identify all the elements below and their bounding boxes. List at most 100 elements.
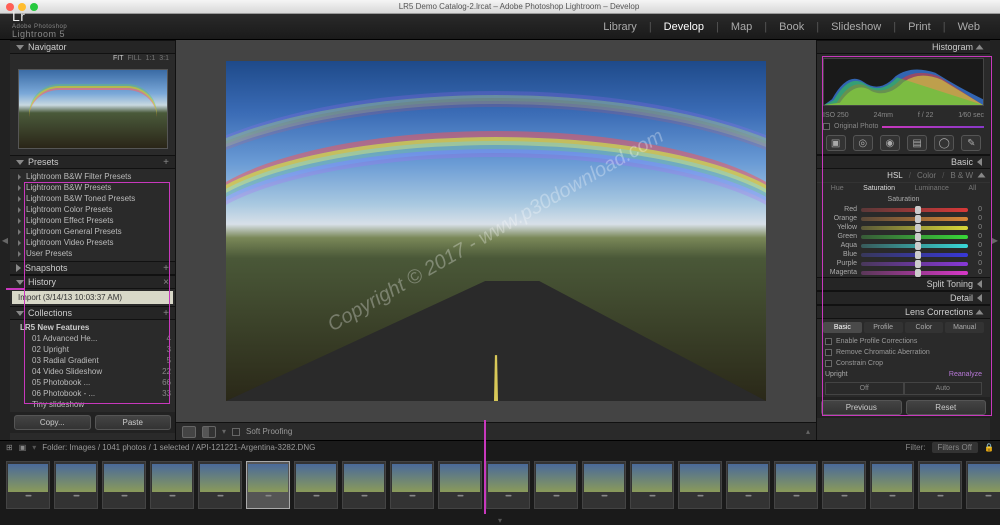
clear-history-icon[interactable]: × [163, 277, 169, 288]
filmstrip-thumb[interactable]: ••••• [150, 461, 194, 509]
radial-tool-icon[interactable]: ◯ [934, 135, 954, 151]
filmstrip-thumb[interactable]: ••••• [774, 461, 818, 509]
history-header[interactable]: History × [10, 275, 175, 289]
filmstrip-thumb[interactable]: ••••• [342, 461, 386, 509]
preset-folder[interactable]: Lightroom B&W Filter Presets [10, 171, 175, 182]
filmstrip-thumb[interactable]: ••••• [54, 461, 98, 509]
brush-tool-icon[interactable]: ✎ [961, 135, 981, 151]
filmstrip-thumb[interactable]: ••••• [726, 461, 770, 509]
filmstrip-thumb[interactable]: ••••• [870, 461, 914, 509]
collection-item[interactable]: Tiny slideshow [10, 399, 175, 410]
zoom-1:1[interactable]: 1:1 [146, 55, 156, 62]
subtab-saturation[interactable]: Saturation [863, 185, 895, 192]
snapshots-header[interactable]: Snapshots + [10, 261, 175, 275]
before-after-icon[interactable] [202, 426, 216, 438]
saturation-magenta-slider[interactable]: Magenta0 [817, 268, 990, 277]
saturation-red-slider[interactable]: Red0 [817, 205, 990, 214]
collection-item[interactable]: 02 Upright3 [10, 344, 175, 355]
filmstrip-thumb[interactable]: ••••• [438, 461, 482, 509]
module-web[interactable]: Web [950, 17, 988, 37]
filmstrip-thumb[interactable]: ••••• [246, 461, 290, 509]
lens-corrections-header[interactable]: Lens Corrections [817, 305, 990, 319]
reanalyze-button[interactable]: Reanalyze [949, 371, 982, 378]
crop-tool-icon[interactable]: ▣ [826, 135, 846, 151]
lens-tab-basic[interactable]: Basic [823, 322, 862, 333]
filmstrip-thumb[interactable]: ••••• [390, 461, 434, 509]
collection-item[interactable]: 01 Advanced He...4 [10, 333, 175, 344]
preset-folder[interactable]: Lightroom B&W Presets [10, 182, 175, 193]
module-map[interactable]: Map [723, 17, 760, 37]
filters-off-button[interactable]: Filters Off [932, 442, 979, 453]
upright-auto-button[interactable]: Auto [904, 382, 983, 395]
zoom-fill[interactable]: FILL [128, 55, 142, 62]
gradient-tool-icon[interactable]: ▤ [907, 135, 927, 151]
saturation-green-slider[interactable]: Green0 [817, 232, 990, 241]
secondary-monitor-icon[interactable]: ▣ [19, 443, 27, 452]
spot-tool-icon[interactable]: ◎ [853, 135, 873, 151]
collection-item[interactable]: 04 Video Slideshow22 [10, 366, 175, 377]
collection-item[interactable]: 06 Photobook - ...33 [10, 388, 175, 399]
preset-folder[interactable]: Lightroom Video Presets [10, 237, 175, 248]
filmstrip-thumb[interactable]: ••••• [678, 461, 722, 509]
history-entry[interactable]: Import (3/14/13 10:03:37 AM) [12, 291, 173, 304]
saturation-aqua-slider[interactable]: Aqua0 [817, 241, 990, 250]
preset-folder[interactable]: Lightroom Effect Presets [10, 215, 175, 226]
filmstrip-thumb[interactable]: ••••• [102, 461, 146, 509]
toolbar-toggle-icon[interactable]: ▴ [806, 427, 810, 436]
detail-header[interactable]: Detail [817, 291, 990, 305]
module-slideshow[interactable]: Slideshow [823, 17, 889, 37]
filter-lock-icon[interactable]: 🔒 [984, 443, 994, 452]
image-canvas[interactable]: Copyright © 2017 - www.p30download.com [176, 40, 816, 422]
saturation-purple-slider[interactable]: Purple0 [817, 259, 990, 268]
basic-panel-header[interactable]: Basic [817, 155, 990, 169]
lens-tab-manual[interactable]: Manual [945, 322, 984, 333]
upright-off-button[interactable]: Off [825, 382, 904, 395]
zoom-fit[interactable]: FIT [113, 55, 124, 62]
module-library[interactable]: Library [595, 17, 645, 37]
navigator-header[interactable]: Navigator [10, 40, 175, 54]
histogram-chart[interactable] [823, 58, 984, 106]
bw-tab[interactable]: B & W [950, 171, 973, 180]
presets-header[interactable]: Presets + [10, 155, 175, 169]
filmstrip[interactable]: ••••••••••••••••••••••••••••••••••••••••… [0, 454, 1000, 516]
saturation-orange-slider[interactable]: Orange0 [817, 214, 990, 223]
subtab-luminance[interactable]: Luminance [915, 185, 949, 192]
collections-header[interactable]: Collections + [10, 306, 175, 320]
filmstrip-thumb[interactable]: ••••• [966, 461, 1000, 509]
preset-folder[interactable]: Lightroom General Presets [10, 226, 175, 237]
histogram-header[interactable]: Histogram [817, 40, 990, 54]
preset-folder[interactable]: Lightroom B&W Toned Presets [10, 193, 175, 204]
redeye-tool-icon[interactable]: ◉ [880, 135, 900, 151]
module-develop[interactable]: Develop [656, 17, 712, 37]
add-snapshot-icon[interactable]: + [163, 263, 169, 274]
checkbox[interactable] [825, 338, 832, 345]
subtab-all[interactable]: All [968, 185, 976, 192]
original-photo-checkbox[interactable] [823, 123, 830, 130]
filmstrip-thumb[interactable]: ••••• [294, 461, 338, 509]
hsl-tab[interactable]: HSL [887, 171, 903, 180]
checkbox[interactable] [825, 349, 832, 356]
navigator-thumbnail[interactable] [18, 69, 168, 149]
color-tab[interactable]: Color [917, 171, 936, 180]
collection-item[interactable]: 03 Radial Gradient5 [10, 355, 175, 366]
filmstrip-thumb[interactable]: ••••• [918, 461, 962, 509]
grid-view-icon[interactable]: ⊞ [6, 443, 13, 452]
right-panel-toggle[interactable]: ▶ [990, 40, 1000, 440]
lens-tab-color[interactable]: Color [905, 322, 944, 333]
soft-proofing-checkbox[interactable] [232, 428, 240, 436]
add-preset-icon[interactable]: + [163, 157, 169, 168]
module-book[interactable]: Book [771, 17, 812, 37]
collection-group[interactable]: LR5 New Features [10, 322, 175, 333]
filmstrip-path[interactable]: Folder: Images / 1041 photos / 1 selecte… [42, 443, 315, 452]
preset-folder[interactable]: Lightroom Color Presets [10, 204, 175, 215]
saturation-yellow-slider[interactable]: Yellow0 [817, 223, 990, 232]
filmstrip-thumb[interactable]: ••••• [534, 461, 578, 509]
filmstrip-thumb[interactable]: ••••• [198, 461, 242, 509]
filmstrip-thumb[interactable]: ••••• [582, 461, 626, 509]
module-print[interactable]: Print [900, 17, 939, 37]
checkbox[interactable] [825, 360, 832, 367]
paste-button[interactable]: Paste [95, 415, 172, 430]
filmstrip-toggle[interactable]: ▾ [0, 516, 1000, 522]
subtab-hue[interactable]: Hue [831, 185, 844, 192]
reset-button[interactable]: Reset [906, 400, 987, 415]
